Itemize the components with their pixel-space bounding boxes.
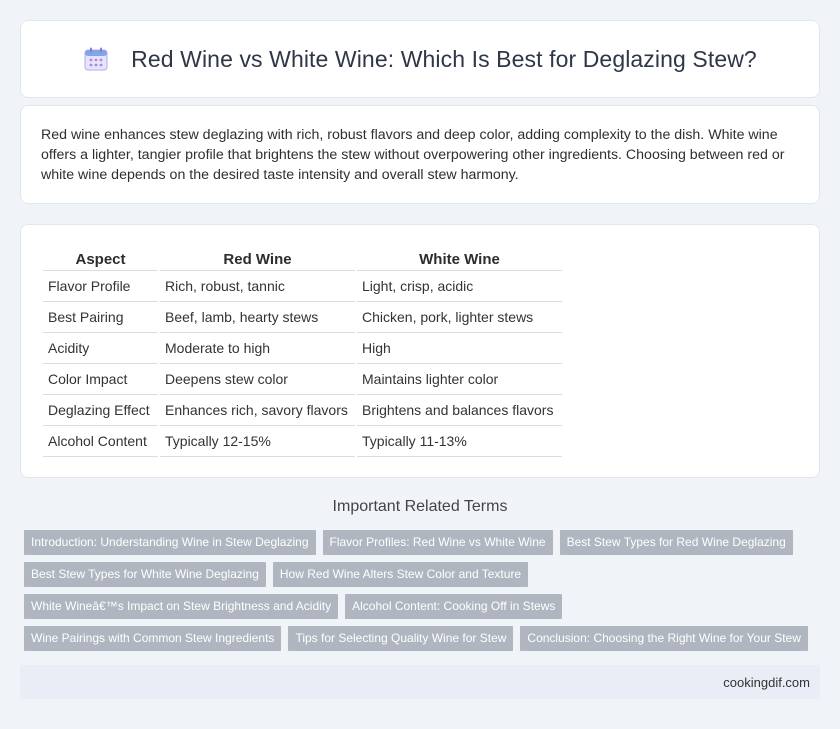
table-cell: Beef, lamb, hearty stews [160, 302, 355, 333]
related-term-link[interactable]: Best Stew Types for White Wine Deglazing [24, 562, 266, 587]
calendar-icon [84, 47, 108, 71]
related-term-link[interactable]: Best Stew Types for Red Wine Deglazing [559, 530, 793, 555]
related-term-link[interactable]: Wine Pairings with Common Stew Ingredien… [24, 626, 282, 651]
table-cell: Deepens stew color [160, 364, 355, 395]
related-term-link[interactable]: How Red Wine Alters Stew Color and Textu… [272, 562, 529, 587]
table-cell: Acidity [43, 333, 158, 364]
comparison-table: Aspect Red Wine White Wine Flavor Profil… [41, 245, 564, 457]
table-row: Acidity Moderate to high High [43, 333, 562, 364]
intro-card: Red wine enhances stew deglazing with ri… [20, 105, 820, 204]
table-row: Best Pairing Beef, lamb, hearty stews Ch… [43, 302, 562, 333]
page-title: Red Wine vs White Wine: Which Is Best fo… [131, 45, 757, 72]
table-cell: Enhances rich, savory flavors [160, 395, 355, 426]
table-cell: Best Pairing [43, 302, 158, 333]
table-cell: Typically 12-15% [160, 426, 355, 457]
table-header-row: Aspect Red Wine White Wine [43, 245, 562, 271]
table-cell: Rich, robust, tannic [160, 271, 355, 302]
intro-text: Red wine enhances stew deglazing with ri… [41, 127, 785, 183]
table-cell: Light, crisp, acidic [357, 271, 562, 302]
related-term-link[interactable]: Tips for Selecting Quality Wine for Stew [288, 626, 514, 651]
column-header-aspect: Aspect [43, 245, 158, 271]
related-term-link[interactable]: Conclusion: Choosing the Right Wine for … [520, 626, 808, 651]
table-cell: Flavor Profile [43, 271, 158, 302]
table-cell: Typically 11-13% [357, 426, 562, 457]
table-cell: Moderate to high [160, 333, 355, 364]
table-cell: Brightens and balances flavors [357, 395, 562, 426]
table-cell: Color Impact [43, 364, 158, 395]
column-header-red-wine: Red Wine [160, 245, 355, 271]
table-cell: Chicken, pork, lighter stews [357, 302, 562, 333]
related-terms-list: Introduction: Understanding Wine in Stew… [24, 530, 824, 658]
footer: cookingdif.com [20, 665, 820, 699]
related-term-link[interactable]: Introduction: Understanding Wine in Stew… [24, 530, 316, 555]
table-row: Deglazing Effect Enhances rich, savory f… [43, 395, 562, 426]
column-header-white-wine: White Wine [357, 245, 562, 271]
table-row: Alcohol Content Typically 12-15% Typical… [43, 426, 562, 457]
related-term-link[interactable]: Alcohol Content: Cooking Off in Stews [345, 594, 563, 619]
site-name[interactable]: cookingdif.com [723, 675, 810, 690]
table-cell: Maintains lighter color [357, 364, 562, 395]
title-card: Red Wine vs White Wine: Which Is Best fo… [20, 20, 820, 98]
table-row: Color Impact Deepens stew color Maintain… [43, 364, 562, 395]
related-term-link[interactable]: Flavor Profiles: Red Wine vs White Wine [322, 530, 553, 555]
table-cell: Deglazing Effect [43, 395, 158, 426]
table-cell: Alcohol Content [43, 426, 158, 457]
table-cell: High [357, 333, 562, 364]
related-term-link[interactable]: White Wineâ€™s Impact on Stew Brightness… [24, 594, 339, 619]
related-terms-heading: Important Related Terms [332, 498, 508, 515]
table-row: Flavor Profile Rich, robust, tannic Ligh… [43, 271, 562, 302]
comparison-card: Aspect Red Wine White Wine Flavor Profil… [20, 224, 820, 478]
